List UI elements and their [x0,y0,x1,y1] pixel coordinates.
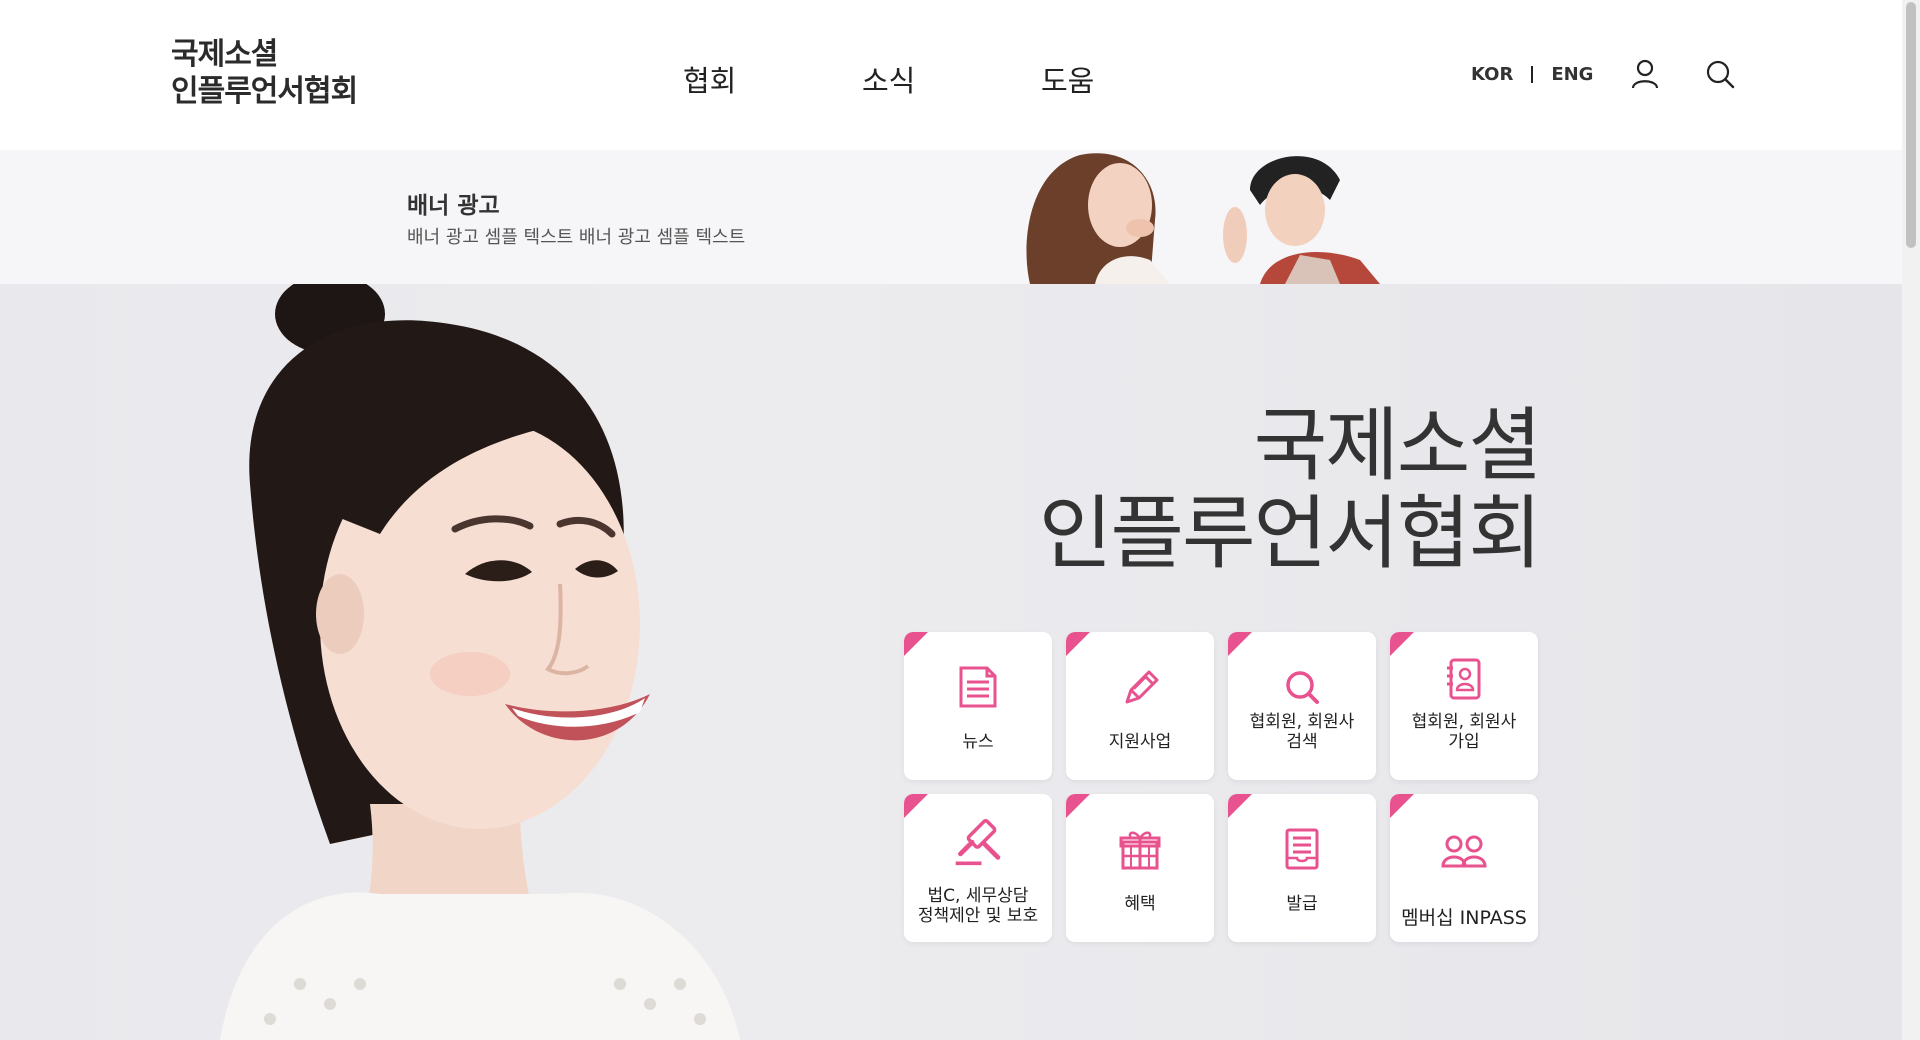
member-notebook-icon [1447,658,1481,700]
card-corner-accent [1228,632,1252,656]
card-corner-accent [1390,794,1414,818]
quick-menu-member-join[interactable]: 협회원, 회원사 가입 [1390,632,1538,780]
main-nav: 협회 소식 도움 [683,58,1220,100]
quick-menu-label: 멤버십 INPASS [1401,907,1527,929]
scrollbar-thumb[interactable] [1906,2,1916,248]
lang-kor-link[interactable]: KOR [1471,64,1513,85]
card-corner-accent [904,794,928,818]
quick-menu-label: 뉴스 [962,732,994,752]
card-corner-accent [1066,632,1090,656]
user-icon[interactable] [1630,59,1660,89]
banner-text: 배너 광고 셈플 텍스트 배너 광고 셈플 텍스트 [407,227,746,248]
quick-menu-label: 지원사업 [1108,732,1172,752]
card-corner-accent [1228,794,1252,818]
nav-item-association[interactable]: 협회 [683,58,862,100]
quick-menu-label: 협회원, 회원사 검색 [1249,712,1355,752]
logo-line-2: 인플루언서협회 [171,74,358,109]
lang-divider [1531,66,1534,83]
logo-line-1: 국제소셜 [171,37,278,72]
nav-item-help[interactable]: 도움 [1041,58,1220,100]
hero-title: 국제소셜 인플루언서협회 [1038,399,1542,580]
ad-banner[interactable]: 배너 광고 배너 광고 셈플 텍스트 배너 광고 셈플 텍스트 [0,150,1902,284]
banner-title: 배너 광고 [407,193,500,219]
users-icon [1441,835,1487,868]
hero-section: 국제소셜 인플루언서협회 뉴스 지원사업 협회원, 회원사 검색 협회원, 회원… [0,284,1902,1040]
quick-menu-label: 혜택 [1124,894,1156,914]
quick-menu-label: 법C, 세무상담 정책제안 및 보호 [917,886,1039,926]
hero-title-line-2: 인플루언서협회 [1038,487,1542,580]
lang-eng-link[interactable]: ENG [1551,64,1593,85]
hero-model-image [220,284,740,1040]
certificate-icon [1285,828,1319,870]
quick-menu-benefits[interactable]: 혜택 [1066,794,1214,942]
nav-item-news[interactable]: 소식 [862,58,1041,100]
quick-menu-issuance[interactable]: 발급 [1228,794,1376,942]
gift-icon [1119,831,1161,870]
quick-menu-member-search[interactable]: 협회원, 회원사 검색 [1228,632,1376,780]
site-logo[interactable]: 국제소셜 인플루언서협회 [171,36,358,110]
gavel-icon [955,819,1001,866]
site-header: 국제소셜 인플루언서협회 협회 소식 도움 KOR ENG [0,0,1902,150]
news-document-icon [959,666,997,708]
quick-menu-label: 협회원, 회원사 가입 [1411,712,1517,752]
language-switcher: KOR ENG [1471,64,1593,85]
quick-menu-label: 발급 [1286,894,1318,914]
quick-menu: 뉴스 지원사업 협회원, 회원사 검색 협회원, 회원사 가입 법C, 세무상담… [904,632,1538,942]
search-icon[interactable] [1705,59,1735,89]
search-icon [1286,671,1319,704]
quick-menu-support[interactable]: 지원사업 [1066,632,1214,780]
page-scrollbar[interactable] [1902,0,1920,1040]
card-corner-accent [904,632,928,656]
card-corner-accent [1390,632,1414,656]
banner-couple-image [1026,153,1380,284]
quick-menu-membership-inpass[interactable]: 멤버십 INPASS [1390,794,1538,942]
hero-title-line-1: 국제소셜 [1253,399,1542,492]
quick-menu-legal-tax[interactable]: 법C, 세무상담 정책제안 및 보호 [904,794,1052,942]
quick-menu-news[interactable]: 뉴스 [904,632,1052,780]
pencil-icon [1125,670,1159,704]
card-corner-accent [1066,794,1090,818]
